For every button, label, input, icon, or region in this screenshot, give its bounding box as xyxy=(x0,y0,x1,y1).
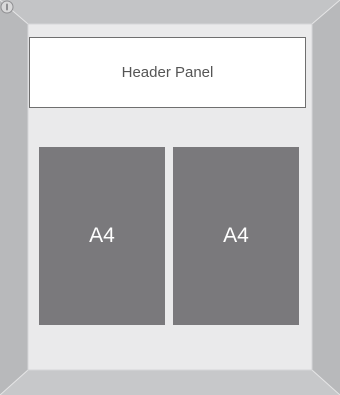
header-panel: Header Panel xyxy=(29,37,306,108)
frame-bevel-right xyxy=(312,0,340,395)
a4-sheet-right: A4 xyxy=(173,147,299,325)
display-case: Header Panel A4 A4 xyxy=(0,0,340,395)
lock-icon[interactable] xyxy=(0,0,14,14)
frame-bevel-bottom xyxy=(0,370,340,395)
frame-bevel-top xyxy=(0,0,340,24)
a4-sheet-left: A4 xyxy=(39,147,165,325)
a4-sheet-left-label: A4 xyxy=(89,224,115,247)
frame-bevel-left xyxy=(0,0,28,395)
a4-sheet-right-label: A4 xyxy=(223,224,249,247)
header-panel-label: Header Panel xyxy=(121,64,214,81)
